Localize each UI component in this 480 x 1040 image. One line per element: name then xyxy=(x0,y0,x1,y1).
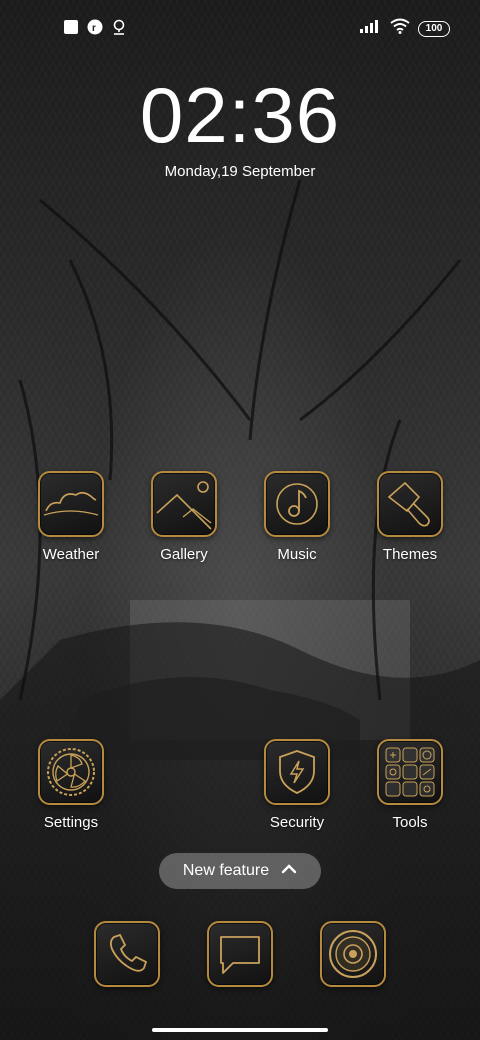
record-icon: r xyxy=(87,19,103,40)
svg-text:r: r xyxy=(92,23,96,34)
chevron-up-icon xyxy=(281,862,297,880)
app-label-gallery: Gallery xyxy=(160,546,208,563)
app-settings[interactable]: Settings xyxy=(21,739,121,831)
battery-indicator: 100 xyxy=(418,20,450,37)
app-music[interactable]: Music xyxy=(247,471,347,563)
paintbrush-icon[interactable] xyxy=(377,471,443,537)
home-indicator[interactable] xyxy=(152,1028,328,1032)
dock-messages[interactable] xyxy=(190,921,290,987)
phone-icon[interactable] xyxy=(94,921,160,987)
wifi-icon xyxy=(390,18,410,39)
messages-icon[interactable] xyxy=(207,921,273,987)
new-feature-label: New feature xyxy=(182,862,270,879)
new-feature-button[interactable]: New feature xyxy=(159,853,321,889)
dock-phone[interactable] xyxy=(77,921,177,987)
app-themes[interactable]: Themes xyxy=(360,471,460,563)
status-bar: r 100 xyxy=(0,0,480,56)
gallery-icon[interactable] xyxy=(151,471,217,537)
app-label-weather: Weather xyxy=(42,546,100,563)
dock-camera[interactable] xyxy=(303,921,403,987)
app-gallery[interactable]: Gallery xyxy=(134,471,234,563)
app-label-themes: Themes xyxy=(382,546,438,563)
shield-icon[interactable] xyxy=(264,739,330,805)
app-weather[interactable]: Weather xyxy=(21,471,121,563)
tools-folder-icon[interactable] xyxy=(377,739,443,805)
app-label-settings: Settings xyxy=(43,814,99,831)
clock-time[interactable]: 02:36 xyxy=(0,70,480,160)
signal-icon xyxy=(360,19,382,38)
weather-icon[interactable] xyxy=(38,471,104,537)
camera-icon[interactable] xyxy=(320,921,386,987)
location-icon xyxy=(112,19,126,40)
music-note-icon[interactable] xyxy=(264,471,330,537)
gear-icon[interactable] xyxy=(38,739,104,805)
app-label-music: Music xyxy=(277,546,317,563)
app-label-tools: Tools xyxy=(392,814,428,831)
clock-date[interactable]: Monday,19 September xyxy=(0,163,480,180)
app-label-security: Security xyxy=(269,814,325,831)
app-tools[interactable]: Tools xyxy=(360,739,460,831)
app-security[interactable]: Security xyxy=(247,739,347,831)
square-icon xyxy=(64,20,78,39)
